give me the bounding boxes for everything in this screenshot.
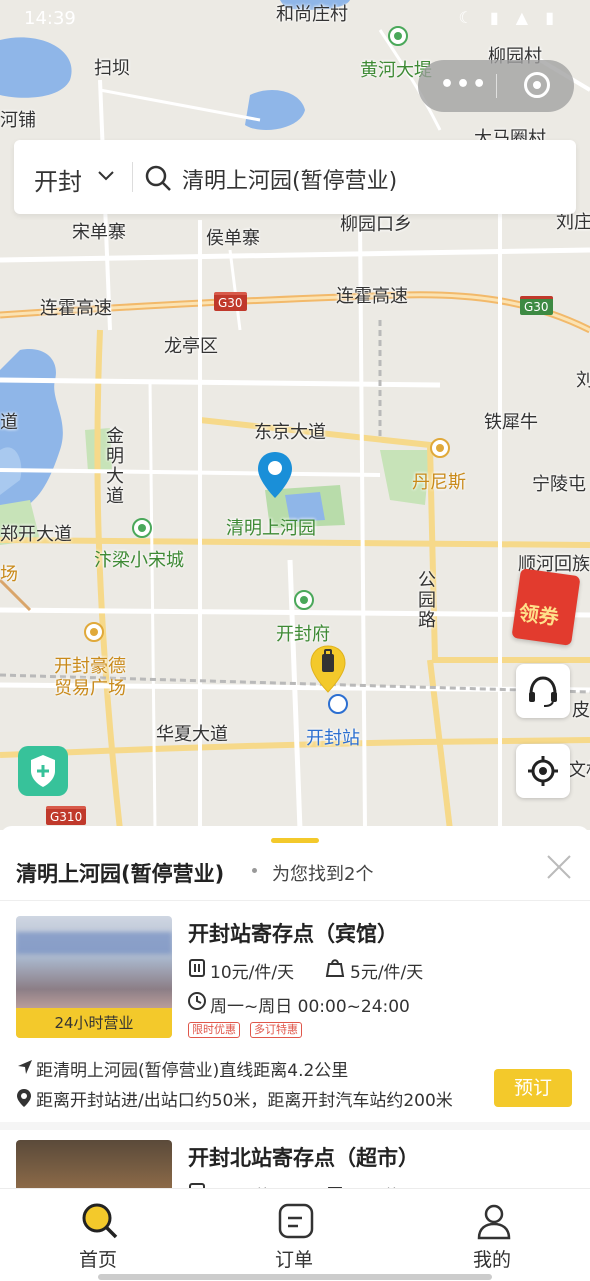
map-label: 东京大道 bbox=[254, 422, 326, 443]
storage-name: 开封北站寄存点（超市） bbox=[188, 1146, 419, 1170]
target-icon[interactable] bbox=[524, 72, 550, 98]
opening-hours: 周一~周日 00:00~24:00 bbox=[210, 997, 410, 1017]
park-poi-icon[interactable] bbox=[132, 518, 152, 538]
highway-shield: G30 bbox=[520, 296, 553, 315]
status-icons: ☾ ▮ ▲ ▮ bbox=[458, 8, 560, 27]
reserve-button[interactable]: 预订 bbox=[494, 1069, 572, 1107]
tab-orders[interactable]: 订单 bbox=[196, 1189, 392, 1281]
tab-label: 首页 bbox=[78, 1249, 117, 1271]
tab-label: 我的 bbox=[472, 1249, 511, 1271]
map-label: 侯单寨 bbox=[206, 228, 260, 249]
map-label: 铁犀牛 bbox=[484, 412, 538, 433]
map-label: 皮 bbox=[572, 700, 590, 721]
highway-shield: G310 bbox=[46, 806, 87, 825]
restaurant-poi-icon[interactable] bbox=[430, 438, 450, 458]
headset-icon bbox=[529, 676, 557, 707]
shield-plus-icon bbox=[31, 755, 55, 787]
promo-tag: 多订特惠 bbox=[250, 1022, 302, 1038]
map-label: 扫坝 bbox=[94, 58, 130, 79]
chevron-down-icon[interactable] bbox=[96, 166, 116, 186]
tab-label: 订单 bbox=[274, 1249, 313, 1271]
card-separator bbox=[0, 1122, 590, 1130]
map-label: 郑开大道 bbox=[0, 524, 72, 545]
navigation-arrow-icon bbox=[18, 1060, 32, 1074]
luggage-icon bbox=[189, 959, 205, 977]
tab-bar: 首页 订单 我的 bbox=[0, 1188, 590, 1281]
search-icon bbox=[145, 165, 171, 191]
customer-service-button[interactable] bbox=[516, 664, 570, 718]
map-label: 清明上河园 bbox=[226, 518, 316, 539]
map-label: 宋单寨 bbox=[72, 222, 126, 243]
shopping-poi-icon[interactable] bbox=[84, 622, 104, 642]
status-bar: 14:39 ☾ ▮ ▲ ▮ bbox=[0, 0, 590, 44]
clock-icon bbox=[188, 992, 206, 1010]
map-label: 刘 bbox=[576, 370, 590, 391]
bag-icon bbox=[325, 959, 345, 977]
map-label: 宁陵屯 bbox=[532, 474, 586, 495]
map-label: 公园路 bbox=[415, 570, 436, 630]
map-label: 龙亭区 bbox=[164, 336, 218, 357]
map-label: 连霍高速 bbox=[336, 286, 408, 307]
map-label: 河铺 bbox=[0, 110, 36, 131]
map-label: 场 bbox=[0, 564, 18, 585]
map-label: 丹尼斯 bbox=[412, 472, 466, 493]
storage-thumbnail: 24小时营业 bbox=[16, 916, 172, 1038]
map-label: 华夏大道 bbox=[156, 724, 228, 745]
divider bbox=[0, 900, 590, 901]
location-marker-icon bbox=[17, 1089, 31, 1107]
coupon-label: 领券 bbox=[517, 600, 561, 630]
city-selector[interactable]: 开封 bbox=[34, 162, 82, 197]
map-label: 开封府 bbox=[276, 624, 330, 645]
search-bar: 开封 清明上河园(暂停营业) bbox=[14, 140, 576, 214]
map-label: 文村 bbox=[568, 760, 590, 781]
close-icon[interactable] bbox=[546, 854, 572, 880]
map-label: 汴梁小宋城 bbox=[94, 550, 184, 571]
highway-shield: G30 bbox=[214, 292, 247, 311]
results-panel: 清明上河园(暂停营业) 为您找到2个 24小时营业 开封站寄存点（宾馆） 10元… bbox=[0, 826, 590, 1196]
tab-home[interactable]: 首页 bbox=[0, 1189, 196, 1281]
location-text: 距离开封站进/出站口约50米，距离开封汽车站约200米 bbox=[36, 1091, 453, 1111]
map-label: 贸易广场 bbox=[54, 678, 126, 699]
drag-handle[interactable] bbox=[271, 838, 319, 843]
insurance-button[interactable] bbox=[18, 746, 68, 796]
miniprogram-capsule: ••• bbox=[418, 60, 574, 112]
map-view[interactable]: 和尚庄村 黄河大堤 柳园村 扫坝 河铺 大马圈村 宋单寨 侯单寨 柳园口乡 刘庄… bbox=[0, 0, 590, 830]
map-label: 金明大道 bbox=[103, 426, 124, 506]
tab-profile[interactable]: 我的 bbox=[394, 1189, 590, 1281]
map-label: 道 bbox=[0, 412, 18, 433]
hours-badge: 24小时营业 bbox=[16, 1008, 172, 1038]
separator-dot bbox=[252, 868, 257, 873]
order-icon bbox=[278, 1203, 314, 1239]
result-count: 为您找到2个 bbox=[272, 864, 374, 885]
coupon-button[interactable]: 领券 bbox=[511, 568, 581, 646]
user-icon bbox=[477, 1204, 511, 1240]
status-time: 14:39 bbox=[24, 8, 76, 29]
home-indicator[interactable] bbox=[98, 1274, 492, 1280]
search-input[interactable]: 清明上河园(暂停营业) bbox=[182, 163, 397, 195]
locate-icon bbox=[528, 756, 558, 786]
locate-me-button[interactable] bbox=[516, 744, 570, 798]
train-station-icon[interactable] bbox=[328, 694, 348, 714]
capsule-divider bbox=[496, 74, 497, 98]
price-small: 5元/件/天 bbox=[350, 963, 424, 983]
panel-title: 清明上河园(暂停营业) bbox=[16, 862, 225, 886]
map-label: 开封站 bbox=[306, 728, 360, 749]
more-dots-icon[interactable]: ••• bbox=[440, 72, 488, 97]
map-label: 连霍高速 bbox=[40, 298, 112, 319]
distance-text: 距清明上河园(暂停营业)直线距离4.2公里 bbox=[36, 1061, 349, 1081]
storage-name: 开封站寄存点（宾馆） bbox=[188, 922, 398, 946]
thumbnail-sign bbox=[16, 932, 172, 954]
search-divider bbox=[132, 162, 133, 192]
location-pin-icon[interactable] bbox=[256, 450, 294, 502]
price-large: 10元/件/天 bbox=[210, 963, 295, 983]
luggage-pin-icon[interactable] bbox=[308, 644, 348, 696]
promo-tag: 限时优惠 bbox=[188, 1022, 240, 1038]
park-poi-icon[interactable] bbox=[294, 590, 314, 610]
search-icon bbox=[82, 1203, 118, 1239]
